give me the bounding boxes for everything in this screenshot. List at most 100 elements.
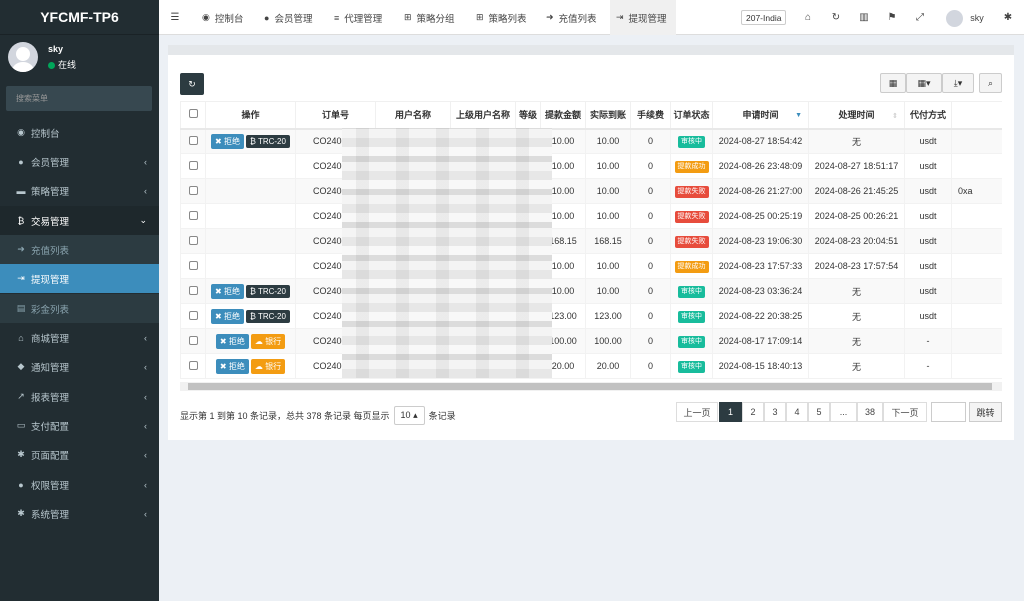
horizontal-scrollbar[interactable] bbox=[180, 382, 1002, 391]
page-button-6[interactable]: 38 bbox=[857, 402, 883, 422]
sidebar-item-0[interactable]: ◉ 控制台 bbox=[0, 118, 159, 147]
row-checkbox[interactable] bbox=[180, 228, 206, 254]
row-checkbox[interactable] bbox=[180, 303, 206, 329]
row-checkbox[interactable] bbox=[180, 278, 206, 304]
sidebar-item-5[interactable]: ⇥ 提现管理 bbox=[0, 264, 159, 293]
fullscreen-icon[interactable]: ⤢ bbox=[912, 0, 928, 35]
fee: 0 bbox=[630, 178, 671, 204]
col-header-8[interactable]: 手续费 bbox=[630, 101, 671, 130]
sidebar-item-12[interactable]: ● 权限管理 ‹ bbox=[0, 470, 159, 499]
tab-0[interactable]: ◉ 控制台 bbox=[196, 0, 258, 35]
page-button-4[interactable]: 5 bbox=[808, 402, 830, 422]
sidebar-item-2[interactable]: ▬ 策略管理 ‹ bbox=[0, 176, 159, 205]
jump-page-input[interactable] bbox=[931, 402, 966, 422]
export-dropdown-button[interactable]: ⤓▾ bbox=[942, 73, 974, 93]
status-badge: 提款成功 bbox=[674, 160, 709, 173]
refresh-icon[interactable]: ↻ bbox=[828, 0, 844, 35]
col-header-1[interactable]: 操作 bbox=[205, 101, 296, 130]
row-checkbox[interactable] bbox=[180, 178, 206, 204]
user-icon: ● bbox=[264, 12, 270, 23]
jump-button[interactable]: 跳转 bbox=[969, 402, 1002, 422]
sidebar-item-4[interactable]: ➜ 充值列表 bbox=[0, 235, 159, 264]
orders-table-wrap: 操作 订单号 用户名称 上级用户名称 等级 提款金额 实际到账 手续费 订单状态 申请时间 ▼ 处理时… bbox=[180, 101, 1002, 381]
col-header-2[interactable]: 订单号 bbox=[295, 101, 376, 130]
sidebar-item-label: 提现管理 bbox=[31, 274, 70, 286]
page-size-select[interactable]: 10 ▴ bbox=[393, 406, 425, 425]
col-header-12[interactable]: 代付方式 bbox=[904, 101, 952, 130]
sidebar-item-3[interactable]: ₿ 交易管理 ⌄ bbox=[0, 206, 159, 235]
tab-4[interactable]: ⊞ 策略列表 bbox=[470, 0, 540, 35]
bitcoin-icon: ₿ bbox=[17, 215, 25, 226]
next-page-button[interactable]: 下一页 bbox=[883, 402, 927, 422]
sort-icon[interactable]: ⇕ bbox=[892, 112, 898, 120]
sort-desc-icon[interactable]: ▼ bbox=[795, 112, 802, 119]
top-username[interactable]: sky bbox=[967, 0, 987, 35]
scrollbar-thumb[interactable] bbox=[188, 383, 992, 390]
region-select[interactable]: 207-India bbox=[741, 10, 787, 25]
sidebar-item-8[interactable]: ◆ 通知管理 ‹ bbox=[0, 352, 159, 381]
process-time: 2024-08-27 18:51:17 bbox=[808, 153, 905, 179]
sidebar-item-11[interactable]: ✱ 页面配置 ‹ bbox=[0, 440, 159, 469]
col-header-6[interactable]: 提款金额 bbox=[540, 101, 586, 130]
trash-icon[interactable]: ▥ bbox=[856, 0, 872, 35]
language-icon[interactable]: ⚑ bbox=[884, 0, 900, 35]
row-checkbox[interactable] bbox=[180, 353, 206, 379]
trc20-payout-button[interactable]: ₿ TRC-20 bbox=[245, 284, 290, 298]
trc20-payout-button[interactable]: ₿ TRC-20 bbox=[245, 134, 290, 148]
reject-button[interactable]: ✖ 拒绝 bbox=[215, 358, 249, 374]
reject-button[interactable]: ✖ 拒绝 bbox=[215, 333, 249, 349]
col-header-7[interactable]: 实际到账 bbox=[585, 101, 631, 130]
top-avatar[interactable] bbox=[946, 10, 963, 27]
reject-button[interactable]: ✖ 拒绝 bbox=[211, 283, 244, 299]
row-checkbox[interactable] bbox=[180, 128, 206, 154]
toggle-view-button[interactable]: ▦ bbox=[880, 73, 906, 93]
settings-gear-icon[interactable]: ✱ bbox=[1000, 0, 1016, 35]
bank-payout-button[interactable]: ☁ 银行 bbox=[250, 358, 286, 374]
sidebar-item-13[interactable]: ✱ 系统管理 ‹ bbox=[0, 499, 159, 528]
page-button-2[interactable]: 3 bbox=[764, 402, 786, 422]
col-header-11[interactable]: 处理时间 ⇕ bbox=[808, 101, 905, 130]
sidebar-item-1[interactable]: ● 会员管理 ‹ bbox=[0, 147, 159, 176]
col-header-5[interactable]: 等级 bbox=[515, 101, 541, 130]
col-header-10[interactable]: 申请时间 ▼ bbox=[712, 101, 809, 130]
col-header-13[interactable] bbox=[951, 101, 1002, 130]
row-checkbox[interactable] bbox=[180, 153, 206, 179]
page-button-5[interactable]: ... bbox=[830, 402, 857, 422]
prev-page-button[interactable]: 上一页 bbox=[676, 402, 718, 422]
row-checkbox[interactable] bbox=[180, 253, 206, 279]
table-row: CO240825110.0010.000提款失败2024-08-25 00:25… bbox=[180, 203, 1002, 229]
orders-table: 操作 订单号 用户名称 上级用户名称 等级 提款金额 实际到账 手续费 订单状态 申请时间 ▼ 处理时… bbox=[180, 101, 1002, 379]
menu-search-input[interactable]: 搜索菜单 bbox=[6, 86, 152, 111]
trc20-payout-button[interactable]: ₿ TRC-20 bbox=[245, 309, 290, 323]
search-button[interactable]: ⌕ bbox=[979, 73, 1002, 93]
page-button-0[interactable]: 1 bbox=[719, 402, 742, 422]
bank-payout-button[interactable]: ☁ 银行 bbox=[250, 333, 286, 349]
page-button-3[interactable]: 4 bbox=[786, 402, 808, 422]
reject-button[interactable]: ✖ 拒绝 bbox=[211, 308, 244, 324]
sidebar-item-10[interactable]: ▭ 支付配置 ‹ bbox=[0, 411, 159, 440]
tab-3[interactable]: ⊞ 策略分组 bbox=[398, 0, 470, 35]
col-header-3[interactable]: 用户名称 bbox=[375, 101, 451, 130]
col-header-9[interactable]: 订单状态 bbox=[670, 101, 713, 130]
sidebar-item-7[interactable]: ⌂ 商城管理 ‹ bbox=[0, 323, 159, 352]
select-all-checkbox[interactable] bbox=[180, 101, 206, 130]
reject-button[interactable]: ✖ 拒绝 bbox=[211, 133, 244, 149]
columns-dropdown-button[interactable]: ▦▾ bbox=[906, 73, 942, 93]
tab-2[interactable]: ≡ 代理管理 bbox=[328, 0, 398, 35]
menu-toggle-icon[interactable]: ☰ bbox=[166, 0, 184, 35]
row-checkbox[interactable] bbox=[180, 203, 206, 229]
sidebar-item-label: 权限管理 bbox=[31, 480, 70, 492]
sidebar-item-label: 系统管理 bbox=[31, 509, 70, 521]
tab-6[interactable]: ⇥ 提现管理 bbox=[610, 0, 676, 35]
page-button-1[interactable]: 2 bbox=[742, 402, 764, 422]
sidebar-item-6[interactable]: ▤ 彩金列表 bbox=[0, 294, 159, 323]
tab-5[interactable]: ➜ 充值列表 bbox=[540, 0, 610, 35]
sidebar-item-label: 会员管理 bbox=[31, 157, 70, 169]
col-header-4[interactable]: 上级用户名称 bbox=[450, 101, 516, 130]
table-refresh-button[interactable]: ↻ bbox=[180, 73, 204, 95]
sidebar-item-9[interactable]: ↗ 报表管理 ‹ bbox=[0, 382, 159, 411]
row-checkbox[interactable] bbox=[180, 328, 206, 354]
status-badge: 提款成功 bbox=[674, 260, 709, 273]
home-icon[interactable]: ⌂ bbox=[800, 0, 816, 35]
tab-1[interactable]: ● 会员管理 bbox=[258, 0, 328, 35]
